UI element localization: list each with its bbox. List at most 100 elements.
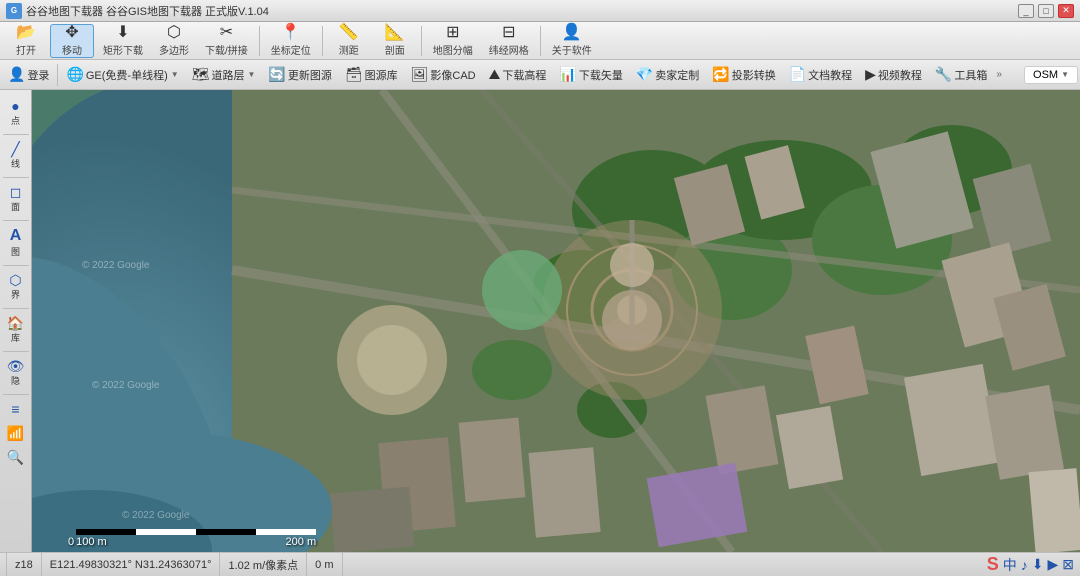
side-sep-2 (3, 177, 29, 178)
side-sep-1 (3, 134, 29, 135)
video-tutorial-button[interactable]: ▶ 视频教程 (859, 62, 928, 88)
status-icon-s[interactable]: S (987, 554, 999, 575)
login-label: 登录 (27, 67, 49, 83)
custom-button[interactable]: 💎 卖家定制 (630, 62, 705, 88)
polygon-label: 多边形 (159, 42, 189, 57)
close-button[interactable]: ✕ (1058, 4, 1074, 18)
minimize-button[interactable]: _ (1018, 4, 1034, 18)
point-label: 点 (11, 114, 20, 127)
library-label: 库 (11, 331, 20, 344)
elevation: 0 m (307, 553, 342, 576)
proj-convert-button[interactable]: 🔁 投影转换 (706, 62, 781, 88)
login-button[interactable]: 👤 登录 (2, 62, 55, 88)
dl-elevation-icon: ⛰ (489, 66, 501, 83)
sidebar-point[interactable]: ● 点 (1, 94, 31, 132)
side-sep-7 (3, 394, 29, 395)
section-button[interactable]: 📐 剖面 (373, 24, 417, 58)
measure-button[interactable]: 📏 测距 (327, 24, 371, 58)
route-button[interactable]: 🗺 道路层 ▼ (186, 62, 262, 88)
video-tutorial-label: 视频教程 (878, 67, 922, 83)
side-sep-6 (3, 351, 29, 352)
ge-free-button[interactable]: 🌐 GE(免费-单线程) ▼ (60, 62, 184, 88)
coord-button[interactable]: 📍 坐标定位 (264, 24, 318, 58)
window-title: 谷谷地图下载器 谷谷GIS地图下载器 正式版V.1.04 (26, 3, 1018, 19)
status-icon-dl[interactable]: ⬇ (1032, 556, 1044, 573)
map-split-label: 地图分幅 (433, 42, 473, 57)
rect-dl-icon: ⬇ (116, 25, 129, 41)
sidebar-text[interactable]: A 图 (1, 223, 31, 263)
scale-end: 200 m (286, 536, 317, 548)
sidebar-hidden[interactable]: 👁 隐 (1, 354, 31, 392)
tools-button[interactable]: 🔧 工具箱 (929, 62, 993, 88)
dl-vector-icon: 📊 (559, 66, 576, 83)
text-label: 图 (11, 245, 20, 258)
toolbar2-expand[interactable]: » (994, 69, 1004, 80)
coord-label: 坐标定位 (271, 42, 311, 57)
polygon-button[interactable]: ⬡ 多边形 (152, 24, 196, 58)
sidebar-face[interactable]: ◻ 面 (1, 180, 31, 218)
custom-label: 卖家定制 (655, 67, 699, 83)
tools-icon: 🔧 (935, 66, 952, 83)
sidebar-boundary[interactable]: ⬡ 界 (1, 268, 31, 306)
about-button[interactable]: 👤 关于软件 (545, 24, 599, 58)
update-map-button[interactable]: 🔄 更新图源 (262, 62, 337, 88)
window-controls: _ □ ✕ (1018, 4, 1074, 18)
sidebar-signal[interactable]: 📶 (1, 421, 31, 445)
sidebar-line[interactable]: ╱ 线 (1, 137, 31, 175)
face-icon: ◻ (10, 185, 22, 199)
cut-join-button[interactable]: ✂ 下载/拼接 (198, 24, 255, 58)
doc-tutorial-icon: 📄 (789, 66, 806, 83)
image-cad-icon: 🖼 (411, 66, 429, 83)
zoom-value: z18 (15, 559, 33, 571)
face-label: 面 (11, 200, 20, 213)
dl-elevation-label: 下载高程 (502, 67, 546, 83)
scale-seg-white-2 (256, 529, 316, 535)
sidebar-search[interactable]: 🔍 (1, 445, 31, 469)
custom-icon: 💎 (636, 66, 653, 83)
side-sep-3 (3, 220, 29, 221)
zoom-level: z18 (6, 553, 42, 576)
main-toolbar: 📂 打开 ✥ 移动 ⬇ 矩形下载 ⬡ 多边形 ✂ 下载/拼接 📍 坐标定位 📏 … (0, 22, 1080, 60)
status-icon-play[interactable]: ▶ (1047, 556, 1058, 573)
osm-button[interactable]: OSM ▼ (1024, 66, 1078, 84)
dl-vector-label: 下载矢量 (579, 67, 623, 83)
open-label: 打开 (16, 42, 36, 57)
maximize-button[interactable]: □ (1038, 4, 1054, 18)
scale-zero: 0 (68, 536, 74, 548)
ge-free-label: GE(免费-单线程) (86, 67, 168, 83)
rect-download-button[interactable]: ⬇ 矩形下载 (96, 24, 150, 58)
move-button[interactable]: ✥ 移动 (50, 24, 94, 58)
main-area: ● 点 ╱ 线 ◻ 面 A 图 ⬡ 界 🏠 库 👁 隐 (0, 90, 1080, 552)
open-button[interactable]: 📂 打开 (4, 24, 48, 58)
separator-3 (421, 26, 422, 56)
status-icon-zh[interactable]: 中 (1003, 555, 1017, 575)
measure-icon: 📏 (339, 25, 359, 41)
cut-join-label: 下载/拼接 (205, 42, 248, 57)
title-bar: G 谷谷地图下载器 谷谷GIS地图下载器 正式版V.1.04 _ □ ✕ (0, 0, 1080, 22)
tools-label: 工具箱 (954, 67, 987, 83)
dl-elevation-button[interactable]: ⛰ 下载高程 (483, 62, 553, 88)
scale-bar: 0 100 m 200 m (68, 529, 316, 548)
doc-tutorial-button[interactable]: 📄 文档教程 (783, 62, 858, 88)
osm-label: OSM (1033, 69, 1058, 81)
dl-vector-button[interactable]: 📊 下载矢量 (553, 62, 628, 88)
tile-lib-icon: 🗃 (345, 66, 363, 83)
status-icon-close[interactable]: ⊠ (1062, 556, 1074, 573)
sidebar-library[interactable]: 🏠 库 (1, 311, 31, 349)
status-icon-mic[interactable]: ♪ (1021, 557, 1028, 573)
tile-lib-button[interactable]: 🗃 图源库 (339, 62, 404, 88)
side-sep-5 (3, 308, 29, 309)
image-cad-button[interactable]: 🖼 影像CAD (405, 62, 482, 88)
text-icon: A (10, 228, 22, 244)
hidden-label: 隐 (11, 374, 20, 387)
tile-lib-label: 图源库 (365, 67, 398, 83)
route-icon: 🗺 (192, 66, 210, 83)
signal-icon: 📶 (7, 426, 24, 440)
grid-button[interactable]: ⊟ 纬经网格 (482, 24, 536, 58)
map-area[interactable]: © 2022 Google © 2022 Google © 2022 Googl… (32, 90, 1080, 552)
about-icon: 👤 (562, 25, 582, 41)
map-split-icon: ⊞ (446, 25, 459, 41)
sidebar-layers[interactable]: ≡ (1, 397, 31, 421)
map-split-button[interactable]: ⊞ 地图分幅 (426, 24, 480, 58)
scale-labels: 100 m 200 m (76, 536, 316, 548)
